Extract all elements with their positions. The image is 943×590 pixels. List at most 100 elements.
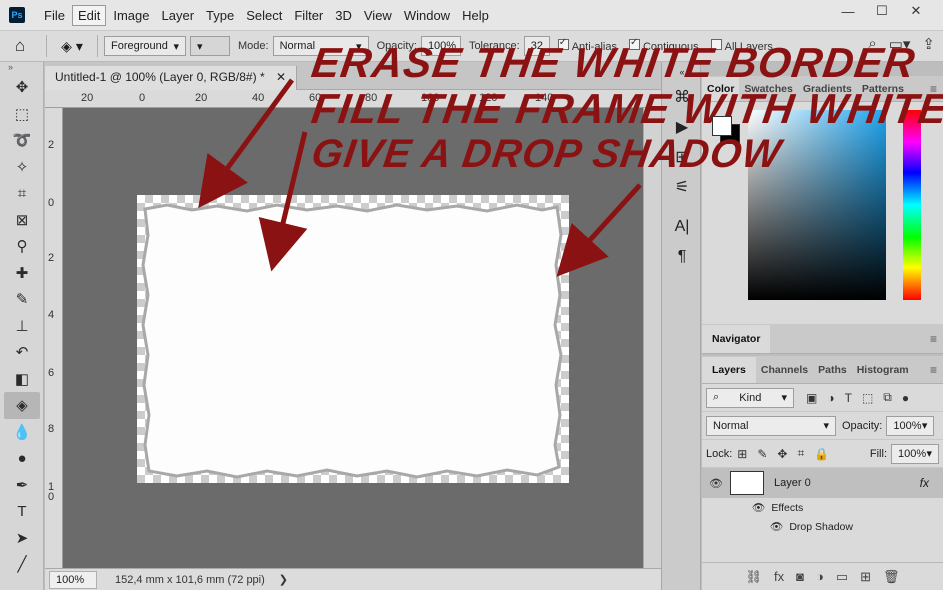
crop-tool-icon[interactable]: ⌗ [0, 180, 44, 207]
lasso-tool-icon[interactable]: ➰ [0, 127, 44, 154]
frame-tool-icon[interactable]: ⊠ [0, 207, 44, 234]
blend-mode-select[interactable]: Normal ▾ [706, 415, 836, 436]
menu-3d[interactable]: 3D [330, 6, 357, 25]
type-tool-icon[interactable]: T [0, 498, 44, 525]
history-brush-tool-icon[interactable]: ↶ [0, 339, 44, 366]
close-tab-icon[interactable]: ✕ [276, 70, 286, 84]
tab-navigator[interactable]: Navigator [702, 324, 771, 353]
menu-select[interactable]: Select [241, 6, 287, 25]
layer-filter-select[interactable]: ⌕ Kind ▾ [706, 387, 794, 408]
collapse-icon[interactable]: « [662, 62, 702, 82]
paint-bucket-tool-icon[interactable]: ◈ [4, 392, 40, 419]
document-tab[interactable]: Untitled-1 @ 100% (Layer 0, RGB/8#) * ✕ [45, 66, 298, 90]
menu-window[interactable]: Window [399, 6, 455, 25]
dodge-tool-icon[interactable]: ● [0, 445, 44, 472]
menu-layer[interactable]: Layer [157, 6, 200, 25]
eraser-tool-icon[interactable]: ◧ [0, 366, 44, 393]
tab-color[interactable]: Color [702, 76, 740, 101]
paragraph-panel-icon[interactable]: ¶ [662, 242, 702, 272]
panel-menu-icon[interactable]: ≡ [930, 363, 937, 377]
panel-menu-icon[interactable]: ≡ [930, 332, 937, 346]
new-layer-icon[interactable]: ⊞ [860, 569, 871, 585]
healing-brush-tool-icon[interactable]: ✚ [0, 260, 44, 287]
tab-gradients[interactable]: Gradients [798, 77, 857, 101]
layer-row[interactable]: 👁 Layer 0 fx [702, 468, 943, 498]
workspace-icon[interactable]: ▭▾ [889, 35, 911, 53]
hue-slider[interactable] [903, 110, 921, 300]
vertical-scrollbar[interactable] [643, 108, 661, 568]
adjustments-panel-icon[interactable]: ⚟ [662, 172, 702, 202]
eyedropper-tool-icon[interactable]: ⚲ [0, 233, 44, 260]
clone-stamp-tool-icon[interactable]: ⊥ [0, 313, 44, 340]
maximize-button[interactable]: ☐ [865, 0, 899, 22]
mode-select[interactable]: Normal ▾ [272, 36, 369, 56]
magic-wand-tool-icon[interactable]: ✧ [0, 154, 44, 181]
tab-paths[interactable]: Paths [813, 358, 852, 382]
menu-view[interactable]: View [359, 6, 397, 25]
visibility-eye-icon[interactable]: 👁 [770, 520, 783, 533]
lock-position-icon[interactable]: ✥ [777, 447, 787, 461]
lock-artboard-icon[interactable]: ⌗ [797, 446, 804, 461]
drop-shadow-row[interactable]: 👁 Drop Shadow [702, 517, 943, 536]
add-style-icon[interactable]: fx [774, 569, 784, 584]
menu-help[interactable]: Help [457, 6, 494, 25]
filter-toggle-icon[interactable]: ● [902, 391, 909, 405]
layer-fill-input[interactable]: 100% ▾ [891, 443, 939, 464]
link-layers-icon[interactable]: ⛓ [745, 569, 762, 585]
tab-patterns[interactable]: Patterns [857, 77, 909, 101]
contiguous-toggle[interactable]: Contiguous [628, 37, 699, 53]
history-panel-icon[interactable]: ⌘ [662, 82, 702, 112]
share-icon[interactable]: ⇪ [922, 35, 935, 53]
menu-file[interactable]: File [39, 6, 70, 25]
tab-histogram[interactable]: Histogram [852, 358, 914, 382]
path-selection-tool-icon[interactable]: ➤ [0, 525, 44, 552]
pattern-picker[interactable]: ▾ [190, 36, 230, 56]
tab-channels[interactable]: Channels [756, 358, 813, 382]
lock-pixels-icon[interactable]: ✎ [757, 447, 767, 461]
visibility-eye-icon[interactable]: 👁 [702, 477, 730, 490]
layer-opacity-input[interactable]: 100% ▾ [886, 415, 935, 436]
status-menu-chevron-icon[interactable]: ❯ [279, 573, 288, 586]
delete-layer-icon[interactable]: 🗑 [883, 569, 900, 585]
add-mask-icon[interactable]: ◙ [796, 569, 804, 584]
move-tool-icon[interactable]: ✥ [0, 74, 44, 101]
line-tool-icon[interactable]: ╱ [0, 551, 44, 578]
blur-tool-icon[interactable]: 💧 [0, 419, 44, 446]
visibility-eye-icon[interactable]: 👁 [752, 501, 765, 514]
lock-transparency-icon[interactable]: ⊞ [737, 447, 747, 461]
paint-bucket-preset-icon[interactable]: ◈ ▾ [53, 38, 91, 55]
menu-type[interactable]: Type [201, 6, 239, 25]
tolerance-input[interactable]: 32 [523, 36, 550, 56]
properties-panel-icon[interactable]: ⊞ [662, 142, 702, 172]
opacity-input[interactable]: 100% [420, 36, 461, 56]
antialias-toggle[interactable]: Anti-alias [557, 37, 617, 53]
minimize-button[interactable]: — [831, 0, 865, 22]
home-icon[interactable]: ⌂ [0, 31, 40, 61]
character-panel-icon[interactable]: A| [662, 212, 702, 242]
new-adjustment-icon[interactable]: ◑ [816, 569, 824, 584]
search-icon[interactable]: ⌕ [868, 35, 876, 53]
brush-tool-icon[interactable]: ✎ [0, 286, 44, 313]
collapse-icon[interactable]: » [0, 62, 43, 74]
marquee-tool-icon[interactable]: ⬚ [0, 101, 44, 128]
filter-type-icon[interactable]: T [845, 391, 852, 405]
fx-badge-icon[interactable]: fx [920, 476, 929, 490]
all-layers-toggle[interactable]: All Layers [710, 39, 773, 53]
menu-image[interactable]: Image [108, 6, 154, 25]
menu-filter[interactable]: Filter [289, 6, 328, 25]
filter-pixel-icon[interactable]: ▣ [806, 391, 817, 405]
filter-shape-icon[interactable]: ⬚ [862, 391, 873, 405]
actions-panel-icon[interactable]: ▶ [662, 112, 702, 142]
close-button[interactable]: ✕ [899, 0, 933, 22]
tab-layers[interactable]: Layers [702, 356, 756, 383]
image-canvas[interactable] [137, 195, 569, 483]
panel-menu-icon[interactable]: ≡ [930, 82, 937, 96]
fill-source-select[interactable]: Foreground ▾ [104, 36, 186, 56]
color-picker-field[interactable] [748, 110, 886, 300]
new-group-icon[interactable]: ▭ [836, 569, 848, 585]
menu-edit[interactable]: Edit [71, 4, 107, 26]
filter-smart-object-icon[interactable]: ⧉ [883, 390, 892, 405]
pen-tool-icon[interactable]: ✒ [0, 472, 44, 499]
tab-swatches[interactable]: Swatches [739, 77, 797, 101]
foreground-color-swatch[interactable] [712, 116, 732, 136]
